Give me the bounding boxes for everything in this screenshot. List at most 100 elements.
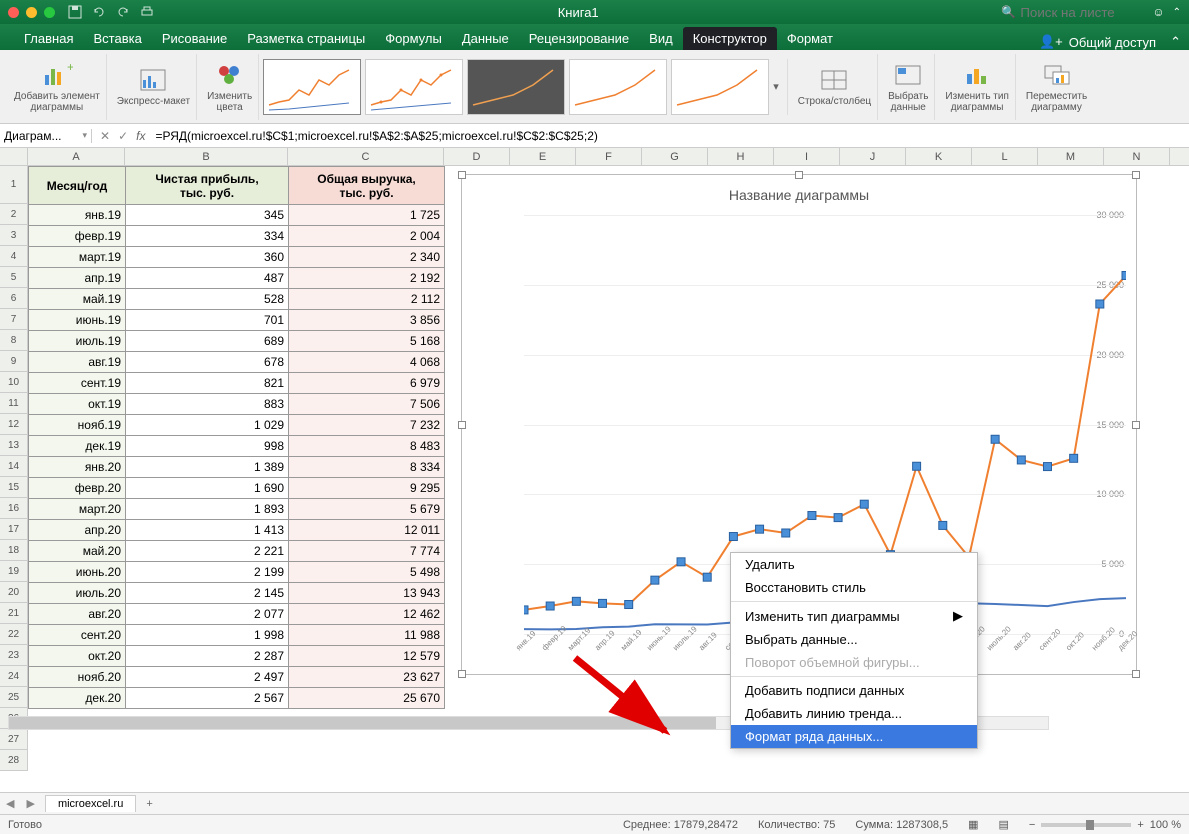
menu-item[interactable]: Формат ряда данных... (731, 725, 977, 748)
row-header-18[interactable]: 18 (0, 540, 28, 561)
series-marker[interactable] (860, 500, 868, 508)
move-chart-button[interactable]: Переместить диаграмму (1020, 54, 1093, 120)
cell-revenue[interactable]: 25 670 (289, 688, 445, 709)
col-header-D[interactable]: D (444, 148, 510, 165)
cell-revenue[interactable]: 13 943 (289, 583, 445, 604)
col-header-M[interactable]: M (1038, 148, 1104, 165)
chart-styles-gallery[interactable]: ▾ (263, 59, 788, 115)
col-header-B[interactable]: B (125, 148, 288, 165)
cell-revenue[interactable]: 8 483 (289, 436, 445, 457)
change-colors-button[interactable]: Изменить цвета (201, 54, 259, 120)
col-header-N[interactable]: N (1104, 148, 1170, 165)
menu-item[interactable]: Восстановить стиль (731, 576, 977, 599)
tab-view[interactable]: Вид (639, 27, 683, 50)
cell-month[interactable]: авг.20 (29, 604, 126, 625)
row-header-28[interactable]: 28 (0, 750, 28, 771)
close-icon[interactable] (8, 7, 19, 18)
menu-item[interactable]: Добавить подписи данных (731, 679, 977, 702)
sheet-tab[interactable]: microexcel.ru (45, 795, 136, 812)
header-revenue[interactable]: Общая выручка, тыс. руб. (289, 167, 445, 205)
maximize-icon[interactable] (44, 7, 55, 18)
undo-icon[interactable] (91, 4, 107, 20)
enter-icon[interactable]: ✓ (118, 129, 128, 143)
cell-revenue[interactable]: 11 988 (289, 625, 445, 646)
cell-month[interactable]: март.19 (29, 247, 126, 268)
tab-design[interactable]: Конструктор (683, 27, 777, 50)
cell-revenue[interactable]: 6 979 (289, 373, 445, 394)
cell-profit[interactable]: 334 (126, 226, 289, 247)
series-marker[interactable] (756, 525, 764, 533)
cell-profit[interactable]: 2 199 (126, 562, 289, 583)
cell-revenue[interactable]: 8 334 (289, 457, 445, 478)
col-header-G[interactable]: G (642, 148, 708, 165)
tab-layout[interactable]: Разметка страницы (237, 27, 375, 50)
row-header-15[interactable]: 15 (0, 477, 28, 498)
cell-profit[interactable]: 528 (126, 289, 289, 310)
row-header-5[interactable]: 5 (0, 267, 28, 288)
cell-revenue[interactable]: 7 506 (289, 394, 445, 415)
cell-month[interactable]: июль.20 (29, 583, 126, 604)
cell-profit[interactable]: 883 (126, 394, 289, 415)
chart-title[interactable]: Название диаграммы (462, 187, 1136, 203)
user-icon[interactable]: ☺ (1152, 5, 1164, 19)
cell-profit[interactable]: 701 (126, 310, 289, 331)
series-marker[interactable] (651, 576, 659, 584)
cell-profit[interactable]: 1 690 (126, 478, 289, 499)
cell-profit[interactable]: 487 (126, 268, 289, 289)
series-marker[interactable] (913, 462, 921, 470)
chart-style-2[interactable] (365, 59, 463, 115)
row-header-14[interactable]: 14 (0, 456, 28, 477)
col-header-J[interactable]: J (840, 148, 906, 165)
cell-month[interactable]: март.20 (29, 499, 126, 520)
series-marker[interactable] (1122, 271, 1126, 279)
cell-profit[interactable]: 678 (126, 352, 289, 373)
series-marker[interactable] (1096, 300, 1104, 308)
share-button[interactable]: Общий доступ (1069, 35, 1156, 50)
cell-profit[interactable]: 1 413 (126, 520, 289, 541)
cell-month[interactable]: май.19 (29, 289, 126, 310)
chart-style-1[interactable] (263, 59, 361, 115)
row-header-10[interactable]: 10 (0, 372, 28, 393)
fx-icon[interactable]: fx (136, 129, 151, 143)
menu-item[interactable]: Добавить линию тренда... (731, 702, 977, 725)
search-input[interactable] (1020, 5, 1140, 20)
zoom-in-icon[interactable]: + (1137, 819, 1143, 831)
row-header-6[interactable]: 6 (0, 288, 28, 309)
row-header-2[interactable]: 2 (0, 204, 28, 225)
tab-format[interactable]: Формат (777, 27, 843, 50)
col-header-I[interactable]: I (774, 148, 840, 165)
styles-more-icon[interactable]: ▾ (773, 80, 779, 93)
cell-revenue[interactable]: 12 579 (289, 646, 445, 667)
row-header-16[interactable]: 16 (0, 498, 28, 519)
cell-month[interactable]: окт.19 (29, 394, 126, 415)
cell-profit[interactable]: 998 (126, 436, 289, 457)
tab-draw[interactable]: Рисование (152, 27, 237, 50)
cell-month[interactable]: нояб.19 (29, 415, 126, 436)
row-header-9[interactable]: 9 (0, 351, 28, 372)
collapse-ribbon-icon[interactable]: ⌃ (1170, 34, 1181, 50)
cell-month[interactable]: сент.20 (29, 625, 126, 646)
cell-revenue[interactable]: 4 068 (289, 352, 445, 373)
col-header-E[interactable]: E (510, 148, 576, 165)
cell-month[interactable]: апр.20 (29, 520, 126, 541)
select-data-button[interactable]: Выбрать данные (882, 54, 935, 120)
view-normal-icon[interactable]: ▦ (968, 818, 978, 831)
row-header-1[interactable]: 1 (0, 166, 28, 204)
series-marker[interactable] (1017, 456, 1025, 464)
redo-icon[interactable] (115, 4, 131, 20)
cell-profit[interactable]: 821 (126, 373, 289, 394)
tab-review[interactable]: Рецензирование (519, 27, 639, 50)
switch-row-col-button[interactable]: Строка/столбец (792, 54, 878, 120)
sheet-nav-prev-icon[interactable]: ◀ (0, 797, 20, 810)
cell-revenue[interactable]: 5 679 (289, 499, 445, 520)
cell-month[interactable]: окт.20 (29, 646, 126, 667)
series-marker[interactable] (677, 558, 685, 566)
series-marker[interactable] (1043, 463, 1051, 471)
cell-revenue[interactable]: 5 498 (289, 562, 445, 583)
change-chart-type-button[interactable]: Изменить тип диаграммы (939, 54, 1015, 120)
menu-item[interactable]: Удалить (731, 553, 977, 576)
minimize-icon[interactable] (26, 7, 37, 18)
col-header-L[interactable]: L (972, 148, 1038, 165)
series-marker[interactable] (808, 512, 816, 520)
print-icon[interactable] (139, 4, 155, 20)
